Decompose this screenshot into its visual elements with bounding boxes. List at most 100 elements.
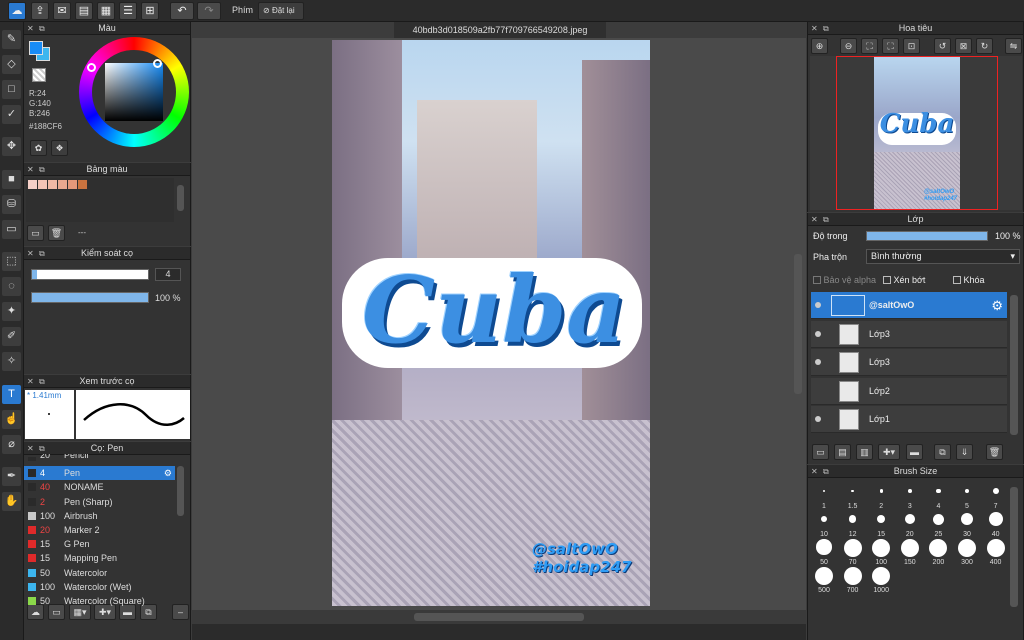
brush-size-preset[interactable]: 100 [867, 539, 895, 566]
brush-size-preset[interactable]: 20 [896, 511, 924, 538]
layers-scrollbar[interactable] [1010, 295, 1018, 435]
flip-icon[interactable]: ⇋ [1005, 38, 1022, 54]
layer-row[interactable]: Lớp3 [811, 320, 1007, 348]
actual-size-icon[interactable]: ⛶ [882, 38, 899, 54]
brush-size-preset[interactable]: 12 [839, 511, 867, 538]
brush-size-preset[interactable]: 3 [896, 483, 924, 510]
brush-opacity-slider[interactable] [31, 292, 149, 303]
pen-tool-icon[interactable]: ✒ [2, 467, 21, 486]
brush-size-preset[interactable]: 70 [839, 539, 867, 566]
new-palette-icon[interactable]: ▭ [27, 225, 44, 241]
canvas-area[interactable]: Cuba @saltOwO #hoidap247 [192, 38, 806, 624]
app-logo-icon[interactable]: ☁ [8, 2, 26, 20]
popout-icon[interactable]: ⧉ [39, 247, 45, 260]
reset-button[interactable]: ⊘ Đặt lại [258, 2, 304, 20]
new-layer-1bit-icon[interactable]: ▥ [856, 444, 873, 460]
brush-item[interactable]: 100 Airbrush [24, 509, 174, 523]
popout-icon[interactable]: ⧉ [39, 375, 45, 388]
zoom-reset-icon[interactable]: ⊡ [903, 38, 920, 54]
popout-icon[interactable]: ⧉ [823, 465, 829, 478]
lasso-tool-icon[interactable]: ◌ [2, 277, 21, 296]
brush-size-preset[interactable]: 200 [924, 539, 952, 566]
close-icon[interactable]: ✕ [811, 213, 818, 226]
brush-size-preset[interactable]: 400 [982, 539, 1010, 566]
duplicate-layer-icon[interactable]: ⧉ [934, 444, 951, 460]
brush-item[interactable]: 100 Watercolor (Wet) [24, 580, 174, 594]
brush-tool-icon[interactable]: ✎ [2, 30, 21, 49]
brush-size-preset[interactable]: 1000 [867, 567, 895, 594]
brush-size-preset[interactable]: 30 [953, 511, 981, 538]
palette-swatch[interactable] [48, 180, 57, 189]
zoom-in-icon[interactable]: ⊕ [811, 38, 828, 54]
palette-scrollbar[interactable] [177, 185, 184, 211]
document-tab[interactable]: 40bdb3d018509a2fb77f709766549208.jpeg [394, 22, 606, 38]
blend-mode-select[interactable]: Bình thường ▾ [866, 249, 1020, 264]
brush-size-preset[interactable]: 1 [810, 483, 838, 510]
popout-icon[interactable]: ⧉ [39, 163, 45, 176]
brush-item[interactable]: 40 NONAME [24, 480, 174, 494]
brush-size-preset[interactable]: 25 [924, 511, 952, 538]
brush-size-preset[interactable]: 4 [924, 483, 952, 510]
brush-size-preset[interactable]: 5 [953, 483, 981, 510]
close-icon[interactable]: ✕ [27, 22, 34, 35]
close-icon[interactable]: ✕ [811, 22, 818, 35]
brush-size-slider[interactable] [31, 269, 149, 280]
magic-wand-tool-icon[interactable]: ✦ [2, 302, 21, 321]
new-layer-8bit-icon[interactable]: ▤ [834, 444, 851, 460]
alpha-protect-checkbox[interactable]: Bảo vệ alpha [813, 275, 876, 285]
brush-size-preset[interactable]: 10 [810, 511, 838, 538]
brush-item[interactable]: 50 Watercolor (Square) [24, 594, 174, 608]
brush-size-scrollbar[interactable] [1010, 487, 1018, 607]
fit-screen-icon[interactable]: ⛶ [861, 38, 878, 54]
popout-icon[interactable]: ⧉ [823, 22, 829, 35]
hand-tool-icon[interactable]: ✋ [2, 492, 21, 511]
list-icon[interactable]: ☰ [119, 2, 137, 20]
document-icon[interactable]: ▤ [75, 2, 93, 20]
new-layer-icon[interactable]: ▭ [812, 444, 829, 460]
clipping-checkbox[interactable]: Xén bớt [883, 275, 925, 285]
gradient-tool-icon[interactable]: ▭ [2, 220, 21, 239]
rotate-reset-icon[interactable]: ⊠ [955, 38, 972, 54]
canvas-vertical-scrollbar[interactable] [794, 254, 802, 394]
zoom-out-icon[interactable]: ⊖ [840, 38, 857, 54]
brush-item[interactable]: 20 Pencil [24, 454, 174, 461]
saturation-value-square[interactable] [105, 63, 163, 121]
visibility-icon[interactable] [815, 330, 821, 337]
brush-item[interactable]: 4 Pen ⚙ [24, 466, 175, 481]
foreground-color-swatch[interactable] [29, 41, 43, 55]
brush-item[interactable]: 50 Watercolor [24, 566, 174, 580]
popout-icon[interactable]: ⧉ [39, 22, 45, 35]
brush-delete-icon[interactable]: – [172, 604, 189, 620]
visibility-icon[interactable] [815, 416, 821, 422]
merge-layer-icon[interactable]: ⇓ [956, 444, 973, 460]
comment-icon[interactable]: ✉ [53, 2, 71, 20]
close-icon[interactable]: ✕ [27, 247, 34, 260]
brush-item[interactable]: 15 Mapping Pen [24, 551, 174, 565]
redo-icon[interactable]: ↷ [197, 2, 221, 20]
brush-size-preset[interactable]: 1.5 [839, 483, 867, 510]
hue-wheel[interactable] [79, 37, 189, 147]
rotate-right-icon[interactable]: ↻ [976, 38, 993, 54]
palette-swatch[interactable] [78, 180, 87, 189]
palette-swatch[interactable] [58, 180, 67, 189]
brush-size-preset[interactable]: 700 [839, 567, 867, 594]
popout-icon[interactable]: ⧉ [823, 213, 829, 226]
delete-layer-icon[interactable]: 🗑 [986, 444, 1003, 460]
eraser-tool-icon[interactable]: ◇ [2, 55, 21, 74]
layer-row[interactable]: Lớp3 [811, 349, 1007, 376]
close-icon[interactable]: ✕ [27, 163, 34, 176]
hue-handle[interactable] [87, 63, 96, 72]
brush-item[interactable]: 15 G Pen [24, 537, 174, 551]
brush-item[interactable]: 20 Marker 2 [24, 523, 174, 537]
brush-size-value[interactable]: 4 [155, 268, 181, 281]
select-rect-tool-icon[interactable]: □ [2, 80, 21, 99]
visibility-icon[interactable] [815, 359, 821, 365]
fill-rect-tool-icon[interactable]: ■ [2, 170, 21, 189]
delete-palette-icon[interactable]: 🗑 [48, 225, 65, 241]
palette-swatch[interactable] [28, 180, 37, 189]
color-set-icon[interactable]: ❖ [51, 140, 68, 156]
sv-handle[interactable] [153, 59, 162, 68]
brush-settings-gear-icon[interactable]: ⚙ [164, 466, 172, 480]
brush-size-preset[interactable]: 500 [810, 567, 838, 594]
color-palette-icon[interactable]: ✿ [30, 140, 47, 156]
